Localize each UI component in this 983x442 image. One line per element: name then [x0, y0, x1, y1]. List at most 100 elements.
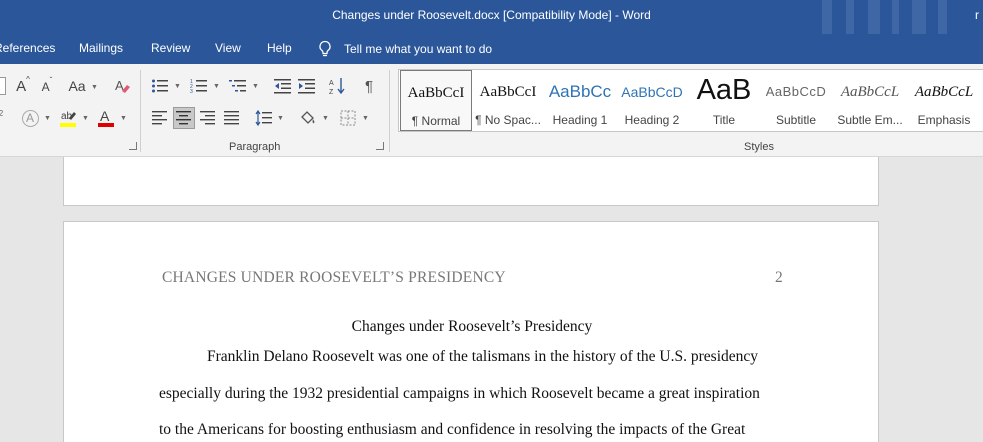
style-normal[interactable]: AaBbCcI ¶ Normal: [400, 70, 472, 131]
font-color-swatch: [98, 123, 114, 127]
page-number: 2: [775, 269, 783, 286]
decrease-indent-button[interactable]: [273, 76, 293, 96]
tab-references[interactable]: References: [0, 41, 55, 55]
multilevel-list-button[interactable]: [228, 76, 248, 96]
paragraph-dialog-launcher[interactable]: [376, 142, 384, 150]
shrink-font-button[interactable]: Aˇ: [38, 76, 56, 97]
style-heading-2[interactable]: AaBbCcD Heading 2: [616, 70, 688, 131]
style-name: Emphasis: [917, 113, 971, 127]
numbering-button[interactable]: 1 2 3: [189, 76, 209, 96]
subscript-button[interactable]: 2: [0, 108, 4, 118]
increase-indent-icon: [298, 79, 315, 94]
paragraph-line: especially during the 1932 presidential …: [159, 385, 760, 402]
document-page[interactable]: CHANGES UNDER ROOSEVELT’S PRESIDENCY 2 C…: [63, 221, 879, 442]
ribbon: A ^ Aˇ Aa ▼ A 2 A ▼ ab ▼ A ▼ ▼ 1 2 3 ▼ ▼…: [0, 64, 983, 157]
style-preview: AaBbCcL: [840, 84, 900, 100]
style-title[interactable]: AaB Title: [688, 70, 760, 131]
group-separator: [140, 70, 141, 152]
svg-text:3: 3: [190, 89, 193, 94]
chevron-down-icon[interactable]: ▼: [91, 84, 98, 91]
align-center-icon: [176, 111, 191, 125]
chevron-down-icon[interactable]: ▼: [213, 83, 220, 90]
style-heading-1[interactable]: AaBbCc Heading 1: [544, 70, 616, 131]
chevron-down-icon[interactable]: ▼: [277, 115, 284, 122]
align-left-button[interactable]: [150, 108, 170, 128]
highlight-button[interactable]: ab: [58, 108, 78, 128]
bullets-button[interactable]: [150, 76, 170, 96]
highlight-swatch: [60, 123, 76, 127]
increase-indent-button[interactable]: [297, 76, 317, 96]
chevron-down-icon[interactable]: ▼: [44, 115, 51, 122]
group-separator: [389, 70, 390, 152]
font-color-button[interactable]: A: [96, 108, 116, 128]
shrink-font-icon: A: [41, 80, 50, 94]
account-name[interactable]: r: [975, 8, 979, 22]
document-canvas: CHANGES UNDER ROOSEVELT’S PRESIDENCY 2 C…: [0, 157, 983, 442]
font-size-box[interactable]: [0, 77, 6, 95]
paragraph-group-label: Paragraph: [229, 141, 281, 153]
word-window: Changes under Roosevelt.docx [Compatibil…: [0, 0, 983, 442]
bullet-list-icon: [152, 79, 168, 93]
style-name: Heading 1: [552, 113, 608, 127]
style-name: ¶ Normal: [411, 114, 461, 128]
style-subtitle[interactable]: AaBbCcD Subtitle: [760, 70, 832, 131]
align-right-icon: [200, 111, 215, 125]
clear-formatting-button[interactable]: A: [112, 76, 132, 96]
sort-az-icon: A Z: [329, 78, 345, 95]
font-dialog-launcher[interactable]: [129, 142, 137, 150]
style-preview: AaBbCc: [548, 82, 612, 101]
borders-button[interactable]: [338, 108, 358, 128]
font-color-icon: A: [98, 108, 114, 127]
tab-review[interactable]: Review: [151, 41, 190, 55]
grow-font-icon: A: [16, 77, 27, 95]
svg-text:Z: Z: [329, 89, 334, 95]
shading-button[interactable]: [298, 108, 318, 128]
chevron-down-icon[interactable]: ▼: [120, 115, 127, 122]
chevron-down-icon[interactable]: ▼: [362, 115, 369, 122]
style-name: Subtitle: [775, 113, 817, 127]
lightbulb-icon: [319, 40, 331, 57]
chevron-down-icon[interactable]: ▼: [82, 115, 89, 122]
paragraph-line: Franklin Delano Roosevelt was one of the…: [207, 348, 759, 365]
text-effects-button[interactable]: A: [20, 108, 40, 128]
justify-icon: [224, 111, 239, 125]
grow-font-button[interactable]: A ^: [14, 75, 32, 96]
style-no-spacing[interactable]: AaBbCcI ¶ No Spac...: [472, 70, 544, 131]
chevron-down-icon[interactable]: ▼: [252, 83, 259, 90]
borders-icon: [340, 110, 356, 126]
align-left-icon: [152, 111, 167, 125]
style-emphasis[interactable]: AaBbCcL Emphasis: [908, 70, 980, 131]
change-case-button[interactable]: Aa: [66, 76, 88, 96]
title-bar: Changes under Roosevelt.docx [Compatibil…: [0, 0, 983, 34]
multilevel-list-icon: [229, 80, 246, 92]
styles-group-label: Styles: [744, 141, 774, 153]
chevron-down-icon[interactable]: ▼: [174, 83, 181, 90]
tell-me-label: Tell me what you want to do: [344, 42, 493, 56]
running-head: CHANGES UNDER ROOSEVELT’S PRESIDENCY: [162, 269, 506, 286]
style-preview: AaBbCcL: [914, 84, 974, 100]
sort-button[interactable]: A Z: [328, 76, 348, 96]
tab-view[interactable]: View: [215, 41, 241, 55]
show-formatting-button[interactable]: ¶: [359, 76, 379, 96]
tell-me-search[interactable]: Tell me what you want to do: [318, 40, 492, 58]
align-right-button[interactable]: [198, 108, 218, 128]
chevron-down-icon[interactable]: ▼: [322, 115, 329, 122]
change-case-icon: Aa: [68, 78, 86, 94]
align-center-button[interactable]: [173, 107, 195, 129]
svg-text:A: A: [100, 108, 110, 124]
previous-page[interactable]: [63, 157, 879, 206]
highlighter-icon: ab: [60, 111, 76, 127]
style-preview: AaB: [696, 74, 752, 102]
eraser-icon: A: [115, 78, 130, 93]
justify-button[interactable]: [222, 108, 242, 128]
decrease-indent-icon: [274, 79, 291, 94]
paint-bucket-icon: [301, 111, 315, 124]
tab-mailings[interactable]: Mailings: [79, 41, 123, 55]
style-preview: AaBbCcI: [479, 84, 537, 100]
style-subtle-emphasis[interactable]: AaBbCcL Subtle Em...: [832, 70, 908, 131]
svg-text:A: A: [329, 80, 334, 87]
style-name: Title: [712, 113, 736, 127]
tab-help[interactable]: Help: [267, 41, 292, 55]
style-preview: AaBbCcD: [621, 84, 683, 100]
line-spacing-button[interactable]: [254, 108, 274, 128]
